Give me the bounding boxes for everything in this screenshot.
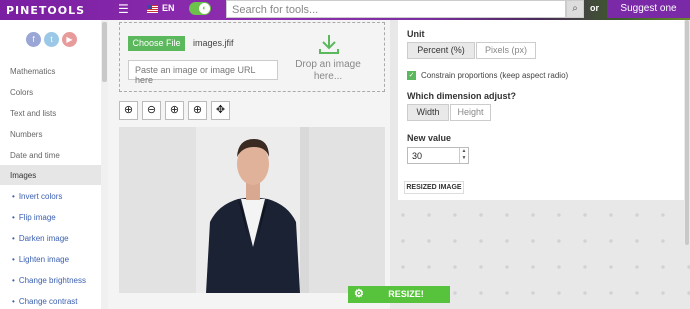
resize-button-label: RESIZE! — [388, 289, 424, 299]
youtube-icon[interactable]: ▶ — [62, 32, 77, 47]
download-icon — [319, 35, 339, 54]
sidebar: f t ▶ Mathematics Colors Text and lists … — [0, 20, 108, 309]
facebook-icon[interactable]: f — [26, 32, 41, 47]
sidebar-item-images[interactable]: Images — [10, 171, 36, 180]
sidebar-subitem-change-contrast[interactable]: Change contrast — [12, 297, 78, 306]
constrain-checkbox[interactable]: ✓ — [407, 71, 416, 80]
number-spinner-icon[interactable]: ▲ ▼ — [459, 148, 468, 163]
zoom-fit-icon[interactable]: ⊕ — [165, 101, 184, 120]
sidebar-item-mathematics[interactable]: Mathematics — [10, 67, 55, 76]
sidebar-subitem-invert-colors[interactable]: Invert colors — [12, 192, 63, 201]
zoom-in-icon[interactable]: ⊕ — [119, 101, 138, 120]
search-icon[interactable]: ⌕ — [566, 0, 584, 18]
dimension-width-button[interactable]: Width — [407, 104, 449, 121]
language-selector[interactable]: EN — [162, 3, 175, 13]
unit-pixels-button[interactable]: Pixels (px) — [476, 42, 536, 59]
paste-url-input[interactable]: Paste an image or image URL here — [128, 60, 278, 85]
file-name: images.jfif — [193, 38, 234, 48]
scrollbar-thumb[interactable] — [102, 22, 107, 82]
sidebar-subitem-flip-image[interactable]: Flip image — [12, 213, 56, 222]
uploaded-photo[interactable] — [196, 127, 309, 293]
move-icon[interactable]: ✥ — [211, 101, 230, 120]
sidebar-item-colors[interactable]: Colors — [10, 88, 33, 97]
theme-toggle[interactable]: ◐ — [189, 2, 211, 15]
sidebar-subitem-darken-image[interactable]: Darken image — [12, 234, 69, 243]
zoom-actual-icon[interactable]: ⊕ — [188, 101, 207, 120]
sidebar-subitem-lighten-image[interactable]: Lighten image — [12, 255, 69, 264]
twitter-icon[interactable]: t — [44, 32, 59, 47]
upload-dropzone[interactable]: Choose File images.jfif Paste an image o… — [119, 22, 385, 92]
top-bar: PINETOOLS ☰ EN ◐ Search for tools... ⌕ o… — [0, 0, 690, 20]
toggle-knob: ◐ — [199, 3, 210, 14]
result-scrollbar[interactable] — [684, 20, 690, 245]
dimension-height-button[interactable]: Height — [450, 104, 491, 121]
resized-image-heading: RESIZED IMAGE — [404, 181, 464, 194]
site-logo[interactable]: PINETOOLS — [6, 4, 85, 17]
suggest-button[interactable]: Suggest one — [607, 0, 690, 18]
result-scrollbar-thumb[interactable] — [685, 20, 689, 245]
sidebar-item-text-and-lists[interactable]: Text and lists — [10, 109, 56, 118]
unit-percent-button[interactable]: Percent (%) — [407, 42, 475, 59]
or-label: or — [590, 3, 599, 13]
choose-file-button[interactable]: Choose File — [128, 36, 185, 51]
zoom-out-icon[interactable]: ⊖ — [142, 101, 161, 120]
us-flag-icon[interactable] — [147, 5, 158, 13]
resize-button[interactable]: ⚙ RESIZE! — [348, 286, 450, 303]
constrain-label[interactable]: Constrain proportions (keep aspect radio… — [421, 71, 568, 80]
sidebar-scrollbar[interactable] — [101, 20, 108, 309]
social-links: f t ▶ — [26, 32, 86, 48]
search-input[interactable]: Search for tools... — [226, 0, 566, 18]
dimension-label: Which dimension adjust? — [407, 91, 517, 101]
new-value-label: New value — [407, 133, 452, 143]
menu-icon[interactable]: ☰ — [118, 3, 129, 15]
unit-label: Unit — [407, 29, 425, 39]
sidebar-subitem-change-brightness[interactable]: Change brightness — [12, 276, 86, 285]
sidebar-item-numbers[interactable]: Numbers — [10, 130, 42, 139]
drop-image-text: Drop an image here... — [295, 59, 361, 82]
sidebar-item-date-and-time[interactable]: Date and time — [10, 151, 60, 160]
